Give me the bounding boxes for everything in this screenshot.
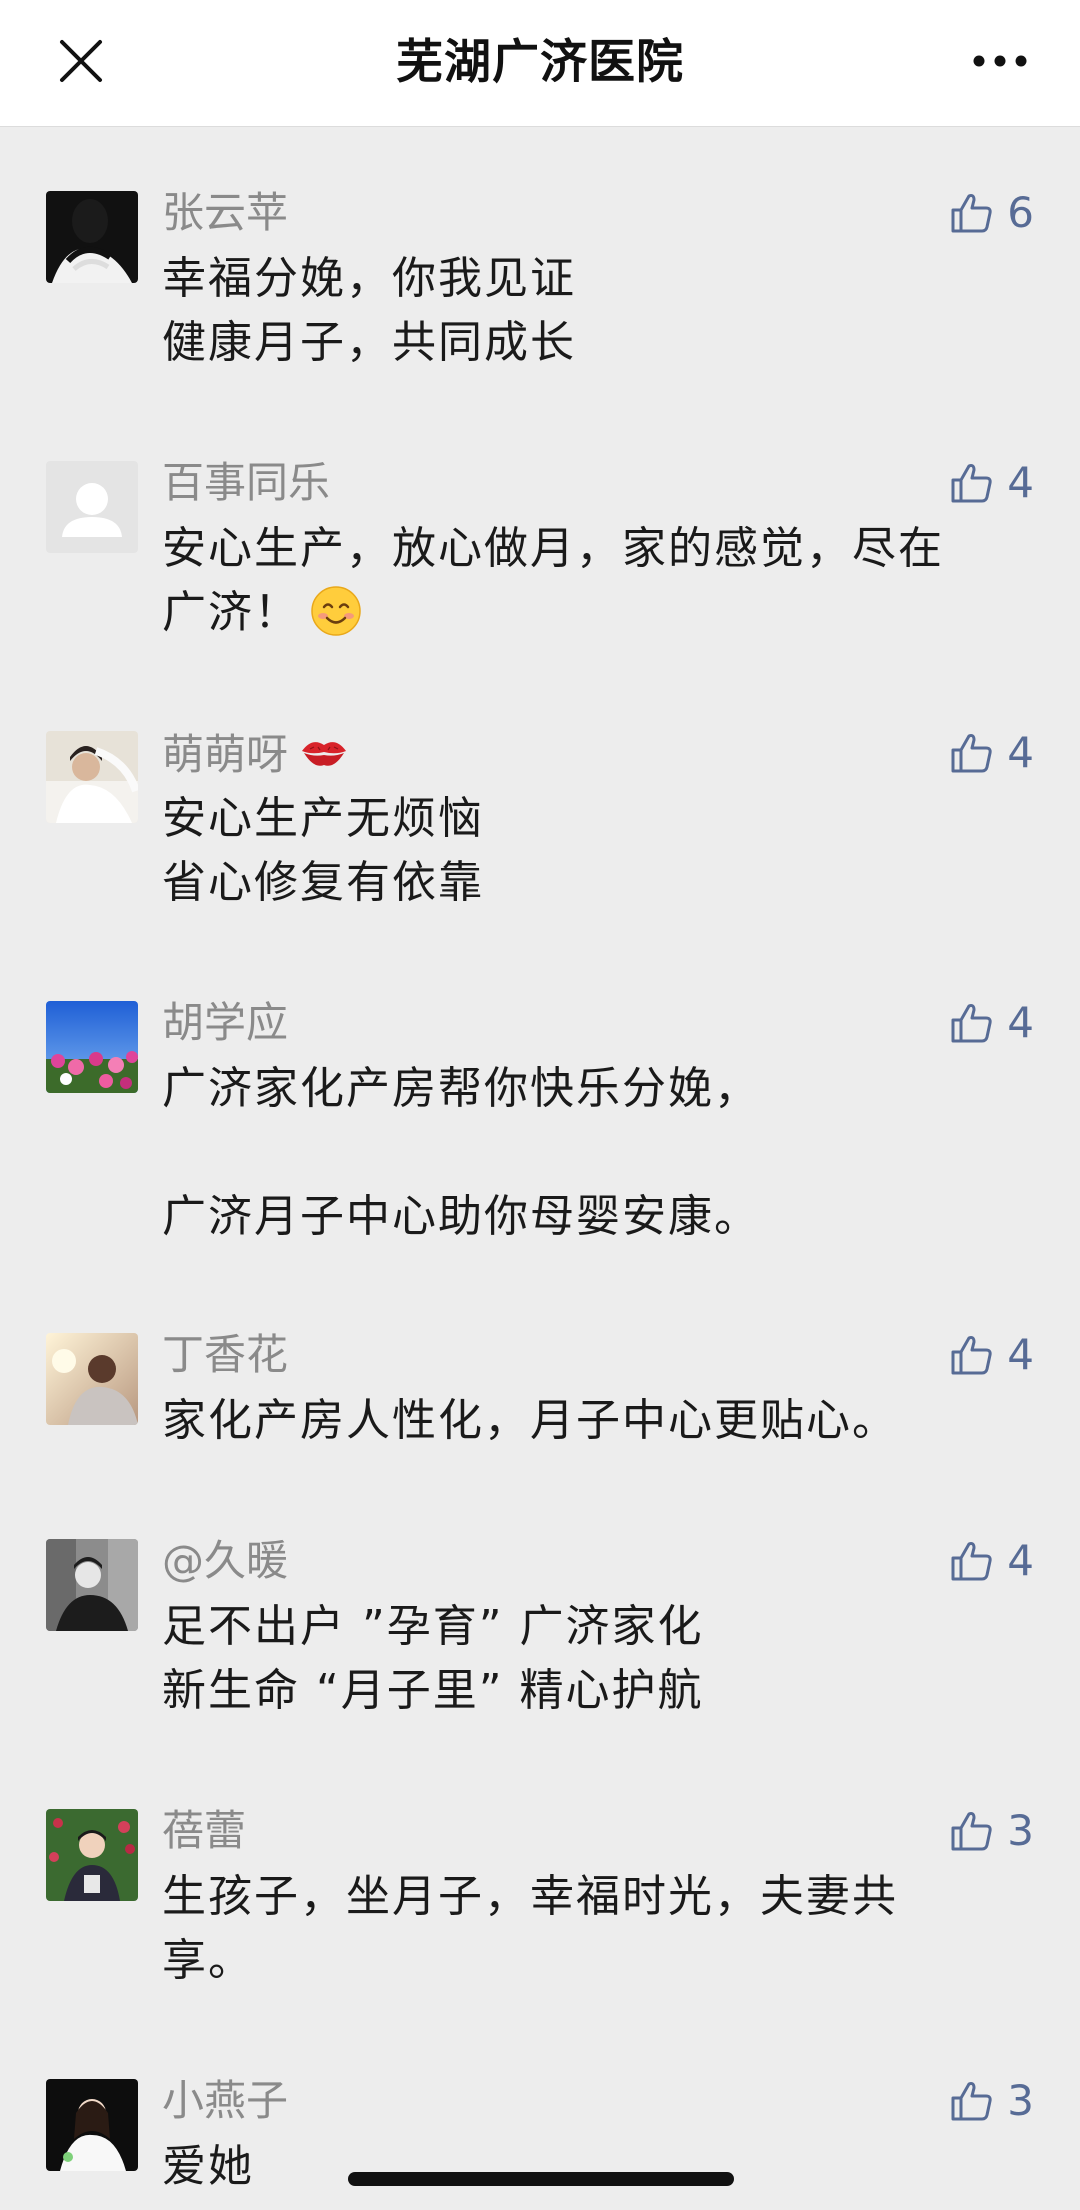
comment-line: 新生命 “月子里” 精心护航 [162,1665,704,1716]
avatar[interactable] [46,731,138,823]
kiss-mark-emoji [302,742,347,766]
comment-line: 生孩子，坐月子，幸福时光，夫妻共 [162,1871,898,1922]
like-button[interactable]: 3 [949,1803,1034,1859]
like-count: 4 [1007,1536,1034,1585]
comment-line: 广济！ [162,581,1022,645]
more-button[interactable] [960,28,1040,94]
thumb-up-icon [951,194,992,233]
comment-text: 生孩子，坐月子，幸福时光，夫妻共 享。 [162,1865,1022,1993]
like-button[interactable]: 3 [949,2073,1034,2129]
thumb-up-icon [951,464,992,503]
comment-line: 足不出户 ”孕育” 广济家化 [162,1601,704,1652]
comment-text: 安心生产，放心做月，家的感觉，尽在 广济！ [162,517,1022,645]
nickname: 胡学应 [162,998,289,1047]
like-button[interactable]: 4 [949,725,1034,781]
like-button[interactable]: 6 [949,185,1034,241]
comment-line: 爱她 [162,2141,254,2192]
comment-text: 安心生产无烦恼 省心修复有依靠 [162,787,1022,915]
thumb-up-icon [951,1004,992,1043]
like-count: 4 [1007,728,1034,777]
nickname: 蓓蕾 [162,1806,247,1855]
like-count: 3 [1007,1806,1034,1855]
avatar[interactable] [46,1539,138,1631]
like-count: 4 [1007,1330,1034,1379]
thumb-up-icon [951,1336,992,1375]
like-count: 4 [1007,998,1034,1047]
comment-line: 家化产房人性化，月子中心更贴心。 [162,1395,898,1446]
avatar[interactable] [46,1333,138,1425]
like-count: 3 [1007,2076,1034,2125]
home-indicator[interactable] [348,2172,734,2186]
like-button[interactable]: 4 [949,1533,1034,1589]
comment-text: 幸福分娩，你我见证 健康月子，共同成长 [162,247,1022,375]
thumb-up-icon [951,2082,992,2121]
more-icon [973,55,1027,67]
smiling-face-emoji [311,586,361,636]
nickname: 张云苹 [162,188,289,237]
nickname: 丁香花 [162,1330,289,1379]
like-count: 4 [1007,458,1034,507]
avatar[interactable] [46,2079,138,2171]
thumb-up-icon [951,1812,992,1851]
avatar[interactable] [46,191,138,283]
comment-line: 享。 [162,1935,254,1986]
comment-line: 幸福分娩，你我见证 [162,253,576,304]
comment-line: 安心生产无烦恼 [162,793,484,844]
like-button[interactable]: 4 [949,455,1034,511]
nickname: 百事同乐 [162,458,331,507]
nav-bar: 芜湖广济医院 [0,0,1080,127]
comment-line: 广济家化产房帮你快乐分娩， [162,1063,760,1114]
comment-line: 安心生产，放心做月，家的感觉，尽在 [162,523,944,574]
nickname: @久暖 [162,1536,289,1585]
comment-text: 足不出户 ”孕育” 广济家化 新生命 “月子里” 精心护航 [162,1595,1022,1723]
comment-line: 省心修复有依靠 [162,857,484,908]
comment-text: 家化产房人性化，月子中心更贴心。 [162,1389,1022,1453]
like-count: 6 [1007,188,1034,237]
thumb-up-icon [951,734,992,773]
avatar[interactable] [46,461,138,553]
nickname: 萌萌呀 [162,725,350,783]
avatar[interactable] [46,1809,138,1901]
nickname: 小燕子 [162,2076,289,2125]
avatar[interactable] [46,1001,138,1093]
comment-line: 广济月子中心助你母婴安康。 [162,1191,760,1242]
page-title: 芜湖广济医院 [396,35,684,90]
thumb-up-icon [951,1542,992,1581]
comment-text: 广济家化产房帮你快乐分娩， 广济月子中心助你母婴安康。 [162,1057,1022,1249]
like-button[interactable]: 4 [949,995,1034,1051]
comment-text: 爱她 [162,2135,1022,2199]
comment-line: 健康月子，共同成长 [162,317,576,368]
like-button[interactable]: 4 [949,1327,1034,1383]
